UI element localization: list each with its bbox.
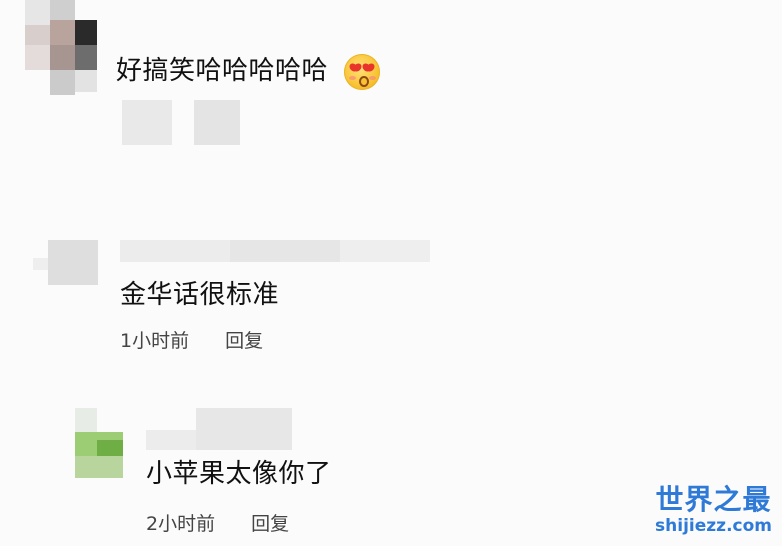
username-3-redacted [146,408,296,453]
username-2-redacted [120,240,440,265]
comment-2-text: 金华话很标准 [120,280,280,310]
watermark: 世界之最 shijiezz.com [655,478,772,536]
avatar-2[interactable] [33,240,103,285]
watermark-domain: shijiezz.com [655,516,772,536]
reply-button-3[interactable]: 回复 [251,513,289,535]
reply-button-2[interactable]: 回复 [225,330,263,352]
avatar-1[interactable] [25,0,100,95]
comment-3-time: 2小时前 [146,513,216,535]
comment-2-meta: 1小时前 回复 [120,326,293,353]
avatar-3[interactable] [75,408,125,478]
comment-1-redacted-meta [122,100,242,145]
comment-3-meta: 2小时前 回复 [146,509,319,536]
comment-3-text: 小苹果太像你了 [146,459,332,489]
watermark-brand: 世界之最 [655,483,772,516]
heart-eyes-emoji-icon [344,54,380,90]
comment-1-text: 好搞笑哈哈哈哈哈 [116,56,329,86]
comment-2-time: 1小时前 [120,330,190,352]
